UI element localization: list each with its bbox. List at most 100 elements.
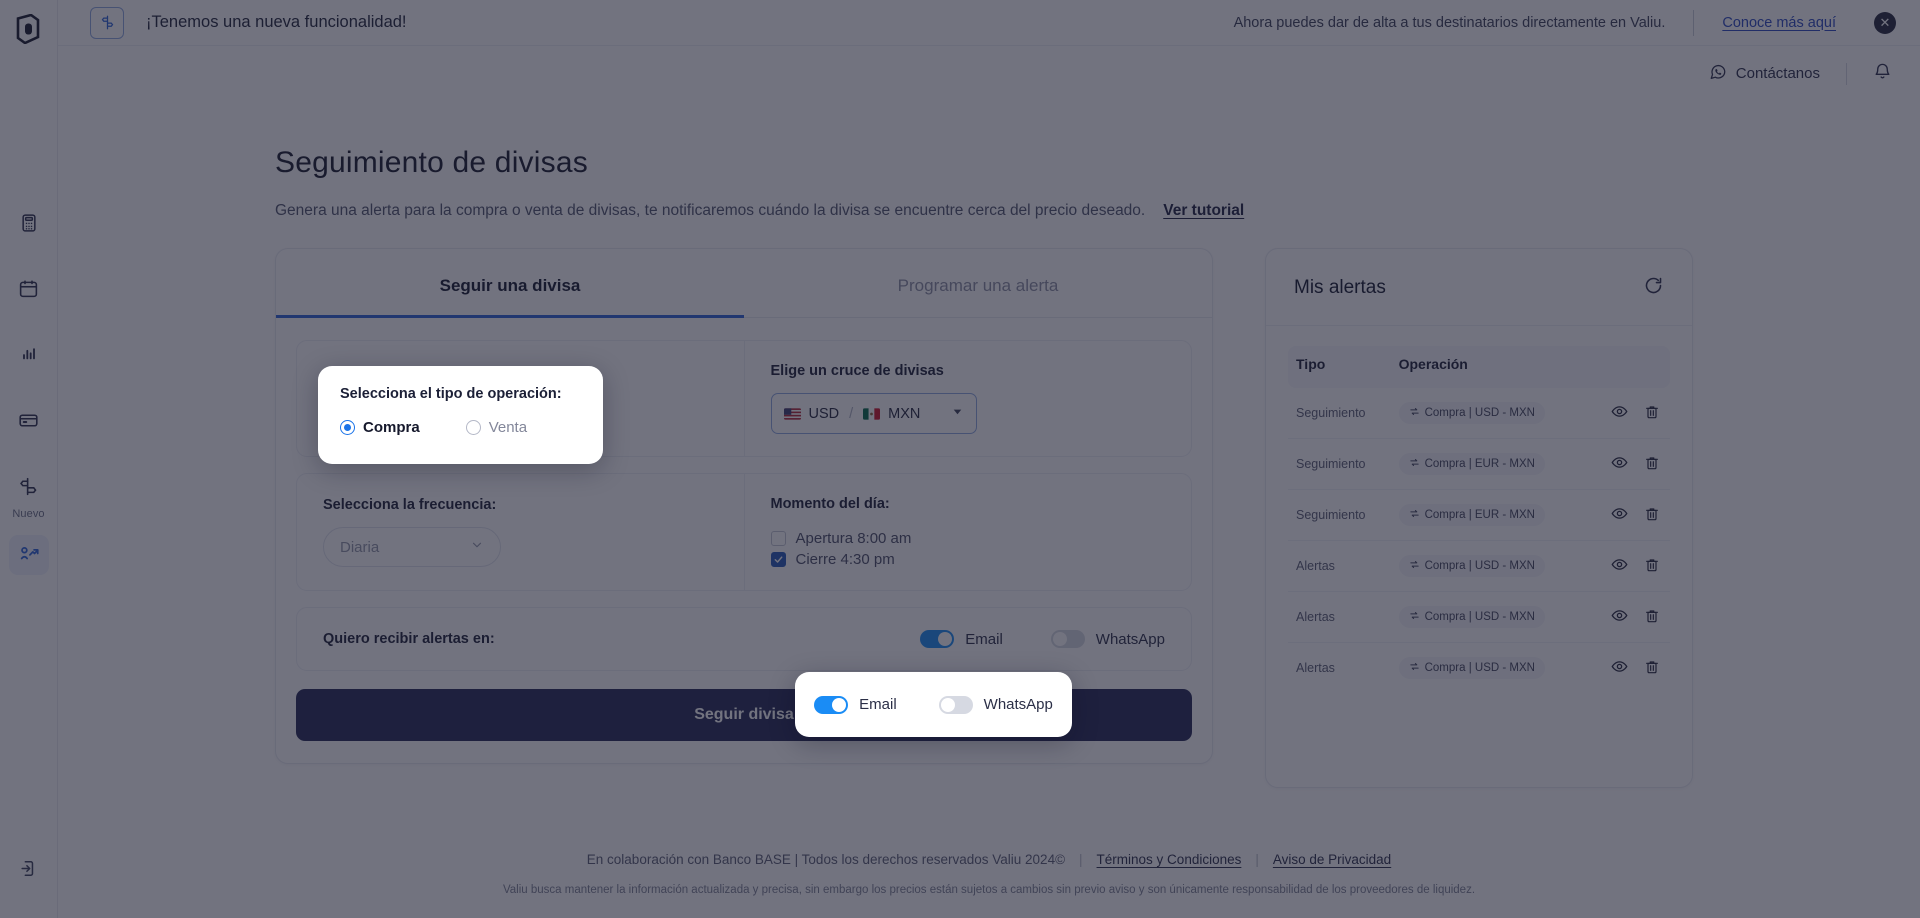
delete-alert-button[interactable] [1644,404,1660,423]
banner-learn-more-link[interactable]: Conoce más aquí [1722,15,1836,31]
page-title: Seguimiento de divisas [275,146,588,179]
view-alert-button[interactable] [1611,658,1628,678]
spotlight-radio-venta[interactable]: Venta [465,419,527,436]
spotlight-toggle-whatsapp-label: WhatsApp [983,696,1053,713]
cell-operacion: Compra | USD - MXN [1390,540,1588,592]
whatsapp-icon [1709,63,1727,85]
table-row: Alertas Compra | USD - MXN [1288,643,1670,694]
us-flag-icon [783,407,801,420]
delete-alert-button[interactable] [1644,506,1660,525]
eye-icon [1611,658,1628,678]
spotlight-radio-compra[interactable]: Compra [340,419,420,436]
tutorial-link[interactable]: Ver tutorial [1163,202,1244,220]
delete-alert-button[interactable] [1644,557,1660,576]
view-alert-button[interactable] [1611,607,1628,627]
footer-disclaimer: Valiu busca mantener la información actu… [502,884,1476,896]
delete-alert-button[interactable] [1644,608,1660,627]
cell-tipo: Alertas [1288,591,1391,643]
alerts-table: Tipo Operación Seguimiento Compra | USD -… [1288,346,1670,693]
cell-actions [1587,591,1670,643]
footer-copyright: En colaboración con Banco BASE | Todos l… [586,852,1066,867]
currency-pair-section: Elige un cruce de divisas USD / MXN [743,341,1192,456]
logout-button[interactable] [12,854,46,888]
close-icon: ✕ [1879,15,1891,30]
operation-badge: Compra | EUR - MXN [1398,453,1545,475]
notifications-button[interactable] [1873,62,1892,86]
table-row: Alertas Compra | USD - MXN [1288,540,1670,592]
chevron-down-icon [951,405,964,422]
cell-tipo: Alertas [1296,661,1335,675]
contact-button[interactable]: Contáctanos [1709,63,1820,85]
credit-card-icon [18,410,39,436]
calendar-icon [18,278,39,304]
sidebar-item-recipients-badge: Nuevo [12,508,45,520]
operation-badge: Compra | USD - MXN [1398,402,1545,424]
operation-badge-label: Compra | USD - MXN [1424,560,1535,572]
exchange-arrows-icon [1409,610,1420,624]
view-alert-button[interactable] [1611,505,1628,525]
spotlight-notification-channels: Email WhatsApp [795,672,1072,737]
checkbox-apertura[interactable]: Apertura 8:00 am [770,530,1166,547]
view-alert-button[interactable] [1611,556,1628,576]
moment-section: Momento del día: Apertura 8:00 am Cierre… [743,474,1192,590]
exchange-arrows-icon [1409,457,1420,471]
view-alert-button[interactable] [1611,403,1628,423]
eye-icon [1611,403,1628,423]
cell-operacion: Compra | USD - MXN [1390,591,1588,643]
cell-tipo: Seguimiento [1288,388,1391,439]
eye-icon [1611,556,1628,576]
frequency-label: Selecciona la frecuencia: [323,497,497,513]
sidebar-item-recipients[interactable]: Nuevo [9,469,49,520]
toggle-whatsapp[interactable]: WhatsApp [1050,630,1165,648]
my-alerts-header: Mis alertas [1266,249,1692,326]
my-alerts-title: Mis alertas [1294,277,1386,298]
cell-operacion: Compra | USD - MXN [1391,643,1588,694]
cell-tipo: Alertas [1288,540,1391,592]
footer-terms-link[interactable]: Términos y Condiciones [1097,852,1242,867]
frequency-select[interactable]: Diaria [323,527,501,567]
sidebar-item-currency-tracking[interactable] [8,535,49,575]
frequency-section: Selecciona la frecuencia: Diaria [297,474,744,590]
chevron-down-icon [470,538,484,556]
refresh-icon [1643,275,1664,301]
valiu-logo[interactable] [10,11,46,47]
tab-programar-una-alerta[interactable]: Programar una alerta [744,249,1212,317]
tab-label: Seguir una divisa [439,276,581,295]
mx-flag-icon [863,407,881,420]
bell-icon [1873,62,1892,86]
currency-pair-label: Elige un cruce de divisas [770,363,944,379]
main-content: Seguimiento de divisas Genera una alerta… [58,101,1920,918]
toggle-email[interactable]: Email [920,630,1003,648]
delete-alert-button[interactable] [1644,659,1660,678]
tab-seguir-una-divisa[interactable]: Seguir una divisa [276,249,744,318]
cell-operacion: Compra | USD - MXN [1390,388,1588,439]
sidebar-item-cards[interactable] [9,403,49,443]
delete-alert-button[interactable] [1644,455,1660,474]
tab-label: Programar una alerta [897,276,1059,295]
spotlight-toggle-whatsapp[interactable]: WhatsApp [938,695,1053,714]
toggle-email-label: Email [965,630,1003,648]
top-utility-bar: Contáctanos [58,46,1920,101]
sidebar-item-reports[interactable] [9,337,49,377]
spotlight-toggle-email[interactable]: Email [814,695,897,714]
notification-label: Quiero recibir alertas en: [323,631,495,647]
table-row: Seguimiento Compra | EUR - MXN [1288,438,1670,490]
checkbox-cierre-label: Cierre 4:30 pm [795,551,895,568]
eye-icon [1611,607,1628,627]
banner-message: Ahora puedes dar de alta a tus destinata… [1233,14,1666,31]
refresh-button[interactable] [1643,275,1664,301]
logout-icon [19,859,38,883]
exchange-arrows-icon [1409,661,1420,675]
footer-privacy-link[interactable]: Aviso de Privacidad [1273,852,1391,867]
banner-close-button[interactable]: ✕ [1874,11,1896,34]
banner-divider [1693,9,1695,36]
signpost-icon [18,476,39,502]
checkbox-cierre[interactable]: Cierre 4:30 pm [770,551,1166,568]
pair-separator: / [849,405,854,422]
currency-pair-select[interactable]: USD / MXN [770,393,977,434]
sidebar-item-calendar[interactable] [9,271,49,311]
operation-badge: Compra | USD - MXN [1398,657,1545,679]
view-alert-button[interactable] [1611,454,1628,474]
sidebar-item-calculator[interactable] [9,205,49,245]
announcement-banner: ¡Tenemos una nueva funcionalidad! Ahora … [58,0,1920,46]
